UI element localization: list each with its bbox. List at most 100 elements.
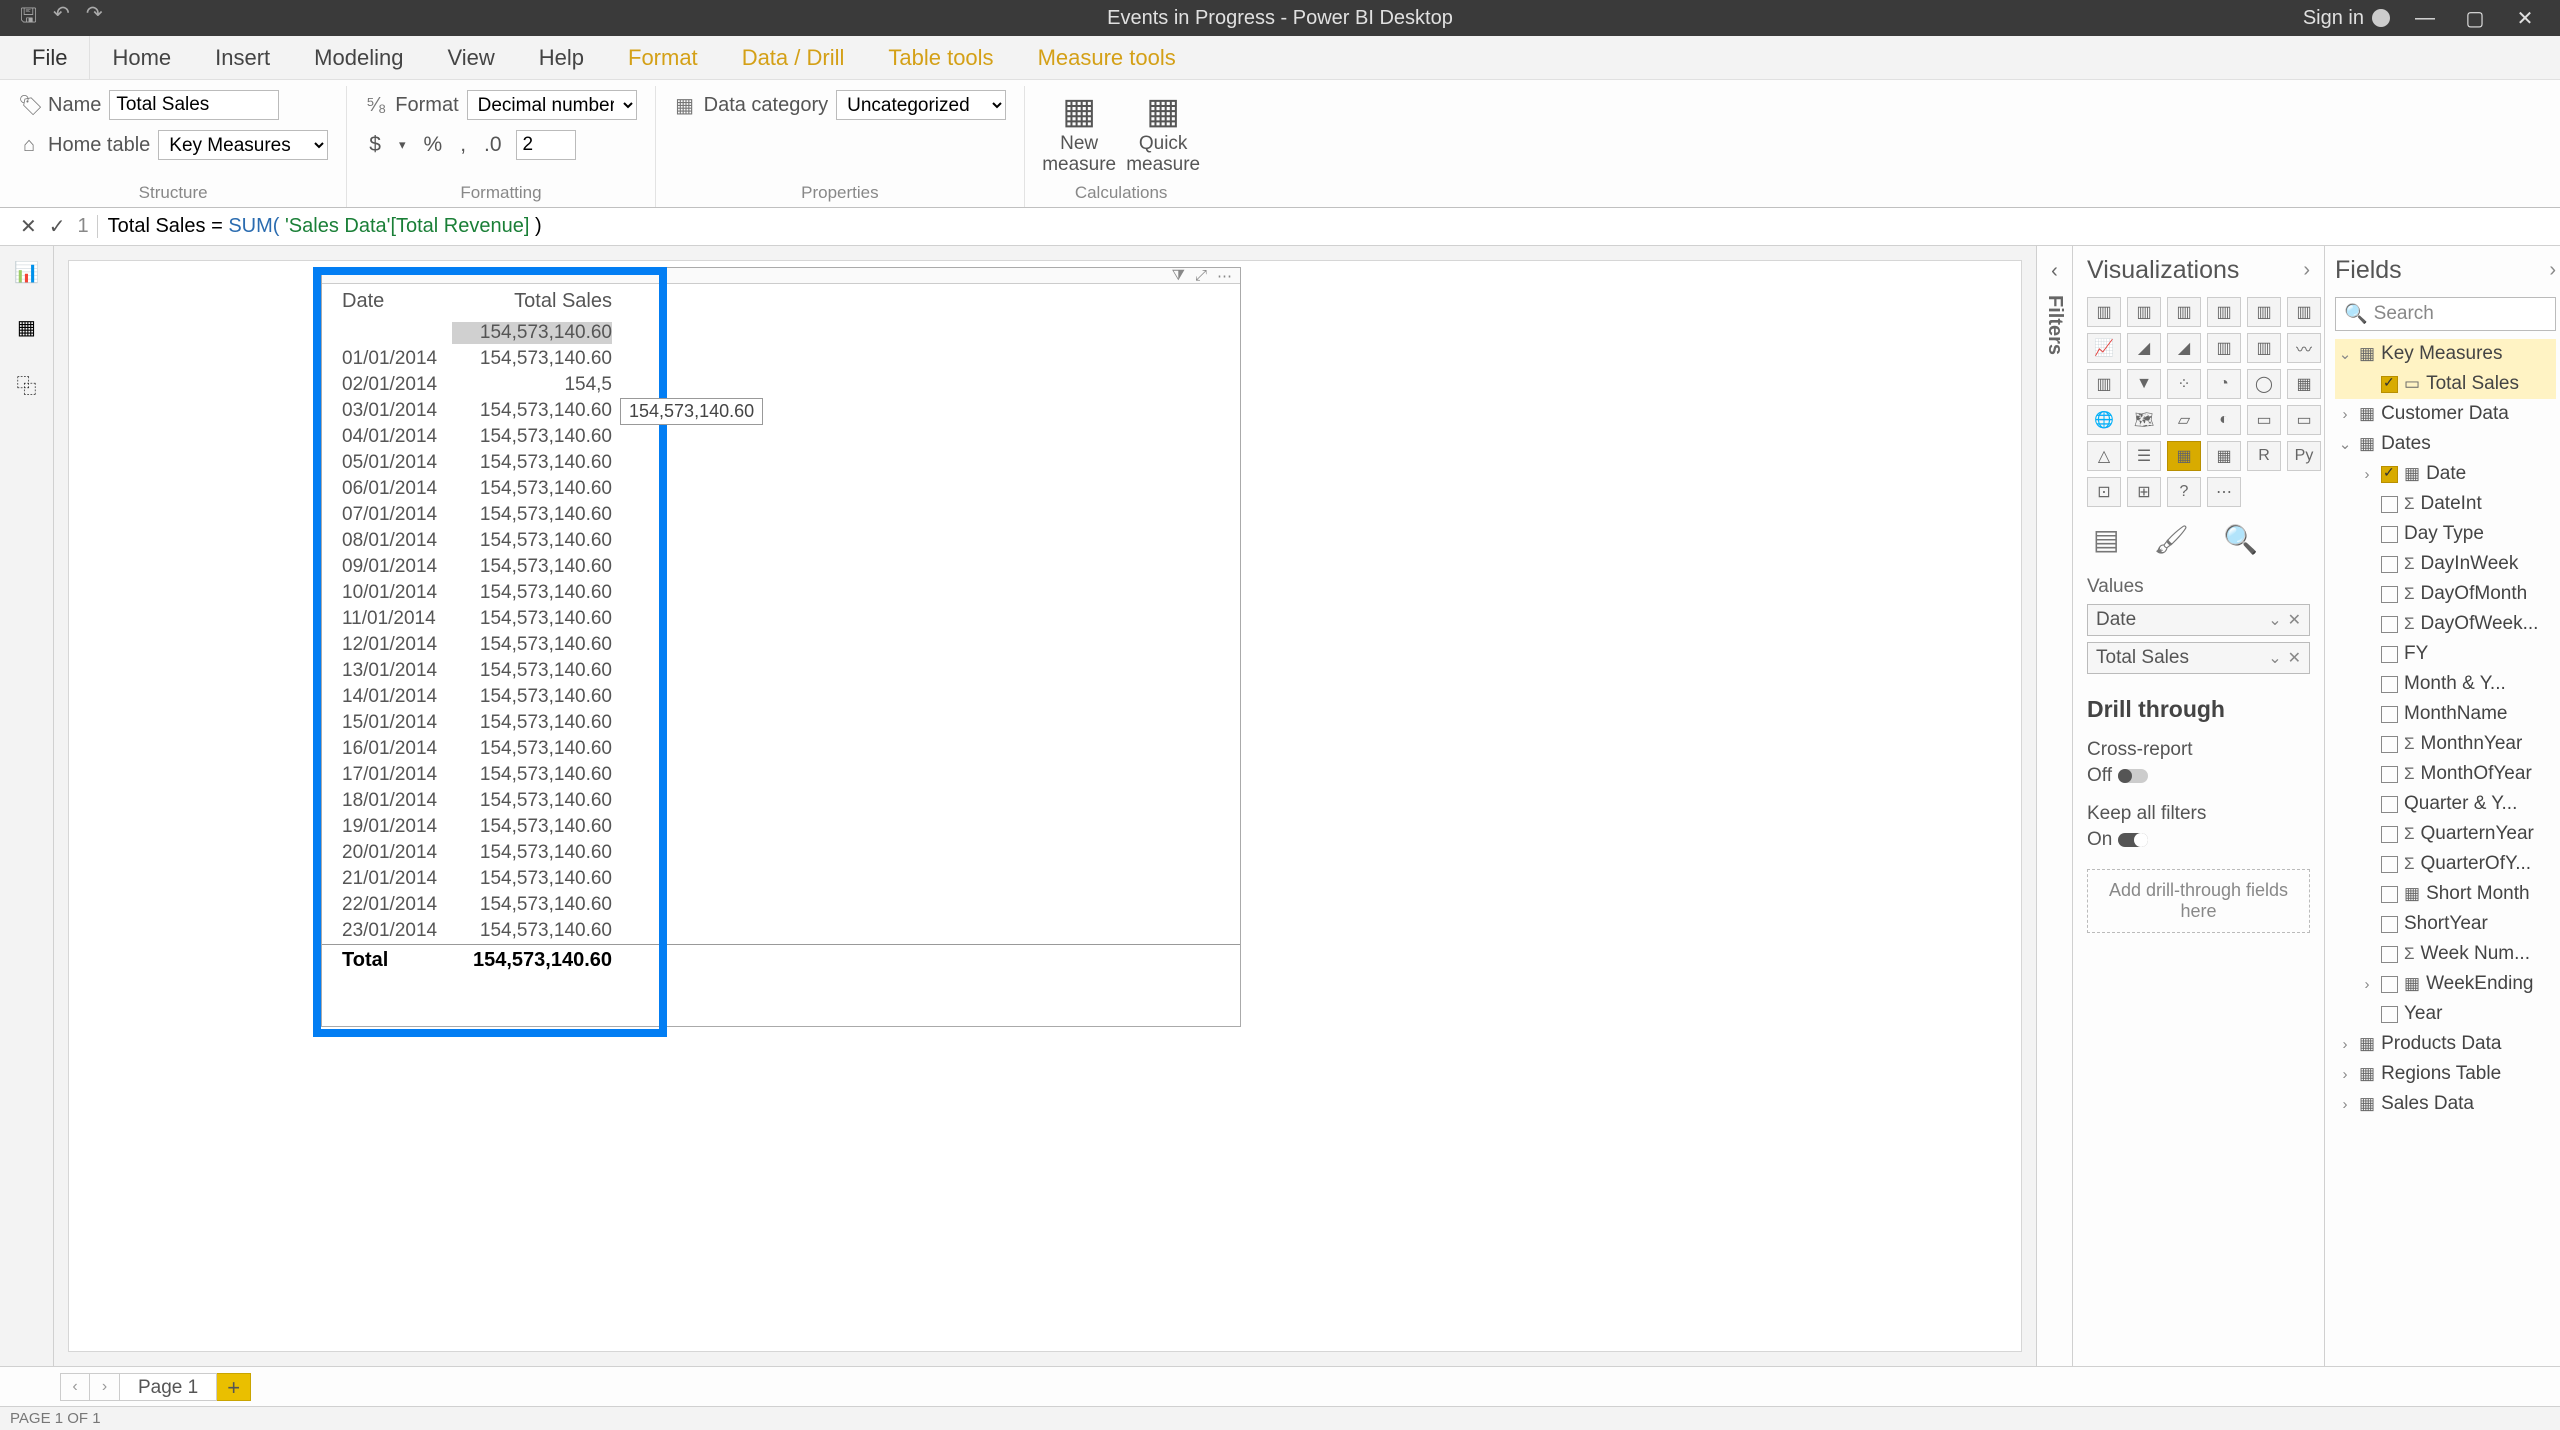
field-checkbox[interactable] xyxy=(2381,496,2398,513)
viz-map[interactable]: 🌐 xyxy=(2087,405,2121,435)
field-dayofweek-[interactable]: ΣDayOfWeek... xyxy=(2335,609,2556,639)
format-select[interactable]: Decimal number xyxy=(467,90,637,120)
viz-pie[interactable]: ◔ xyxy=(2207,369,2241,399)
field-checkbox[interactable] xyxy=(2381,736,2398,753)
field-checkbox[interactable] xyxy=(2381,946,2398,963)
table-row[interactable]: 154,573,140.60 xyxy=(322,320,1240,346)
table-row[interactable]: 13/01/2014154,573,140.60 xyxy=(322,658,1240,684)
viz-waterfall[interactable]: ▥ xyxy=(2087,369,2121,399)
table-row[interactable]: 07/01/2014154,573,140.60 xyxy=(322,502,1240,528)
field-checkbox[interactable] xyxy=(2381,1006,2398,1023)
field-table-sales-data[interactable]: ›▦Sales Data xyxy=(2335,1089,2556,1119)
quick-measure-button[interactable]: ▦ Quick measure xyxy=(1127,90,1199,176)
format-tab-icon[interactable]: 🖌 xyxy=(2153,523,2189,556)
viz-key-influencers[interactable]: ⊡ xyxy=(2087,477,2121,507)
viz-clustered-bar[interactable]: ▥ xyxy=(2167,297,2201,327)
table-row[interactable]: 06/01/2014154,573,140.60 xyxy=(322,476,1240,502)
tab-measuretools[interactable]: Measure tools xyxy=(1016,36,1198,79)
field-checkbox[interactable] xyxy=(2381,526,2398,543)
filters-expand-icon[interactable]: ‹ xyxy=(2051,260,2058,283)
table-row[interactable]: 09/01/2014154,573,140.60 xyxy=(322,554,1240,580)
field-checkbox[interactable] xyxy=(2381,976,2398,993)
field-checkbox[interactable] xyxy=(2381,826,2398,843)
table-row[interactable]: 20/01/2014154,573,140.60 xyxy=(322,840,1240,866)
viz-clustered-col[interactable]: ▥ xyxy=(2207,297,2241,327)
field-monthname[interactable]: MonthName xyxy=(2335,699,2556,729)
analytics-tab-icon[interactable]: 🔍 xyxy=(2223,523,2258,556)
field-checkbox[interactable] xyxy=(2381,886,2398,903)
well-sales-chevron-icon[interactable]: ⌄ xyxy=(2268,648,2281,668)
close-icon[interactable]: ✕ xyxy=(2510,6,2540,31)
table-row[interactable]: 11/01/2014154,573,140.60 xyxy=(322,606,1240,632)
field-checkbox[interactable] xyxy=(2381,676,2398,693)
field-dayinweek[interactable]: ΣDayInWeek xyxy=(2335,549,2556,579)
name-input[interactable] xyxy=(109,90,279,120)
fields-search[interactable]: 🔍Search xyxy=(2335,297,2556,331)
field-day-type[interactable]: Day Type xyxy=(2335,519,2556,549)
viz-100-bar[interactable]: ▥ xyxy=(2247,297,2281,327)
report-view-icon[interactable]: 📊 xyxy=(14,260,39,285)
viz-decomp[interactable]: ⊞ xyxy=(2127,477,2161,507)
table-row[interactable]: 04/01/2014154,573,140.60 xyxy=(322,424,1240,450)
table-row[interactable]: 17/01/2014154,573,140.60 xyxy=(322,762,1240,788)
well-total-sales[interactable]: Total Sales⌄✕ xyxy=(2087,642,2310,674)
table-row[interactable]: 12/01/2014154,573,140.60 xyxy=(322,632,1240,658)
viz-r[interactable]: R xyxy=(2247,441,2281,471)
col-date[interactable]: Date xyxy=(342,290,452,313)
model-view-icon[interactable]: ⿻ xyxy=(17,370,37,399)
table-row[interactable]: 10/01/2014154,573,140.60 xyxy=(322,580,1240,606)
viz-qa[interactable]: ? xyxy=(2167,477,2201,507)
table-row[interactable]: 15/01/2014154,573,140.60 xyxy=(322,710,1240,736)
decimals-decrease-button[interactable]: .0 xyxy=(480,131,506,159)
viz-shape-map[interactable]: ▱ xyxy=(2167,405,2201,435)
field-month-y-[interactable]: Month & Y... xyxy=(2335,669,2556,699)
field-table-key-measures[interactable]: ⌄▦Key Measures xyxy=(2335,339,2556,369)
field-checkbox[interactable] xyxy=(2381,766,2398,783)
field-monthofyear[interactable]: ΣMonthOfYear xyxy=(2335,759,2556,789)
new-measure-button[interactable]: ▦ New measure xyxy=(1043,90,1115,176)
field-checkbox[interactable] xyxy=(2381,706,2398,723)
viz-card[interactable]: ▭ xyxy=(2247,405,2281,435)
tab-insert[interactable]: Insert xyxy=(193,36,292,79)
field-checkbox[interactable] xyxy=(2381,376,2398,393)
visual-focus-icon[interactable]: ⤢ xyxy=(1195,267,1207,284)
viz-funnel[interactable]: ▼ xyxy=(2127,369,2161,399)
cross-report-toggle[interactable] xyxy=(2118,769,2148,783)
formula-cancel-icon[interactable]: ✕ xyxy=(20,214,37,239)
field-quarter-y-[interactable]: Quarter & Y... xyxy=(2335,789,2556,819)
field-fy[interactable]: FY xyxy=(2335,639,2556,669)
table-row[interactable]: 02/01/2014154,5 xyxy=(322,372,1240,398)
maximize-icon[interactable]: ▢ xyxy=(2460,6,2490,31)
field-checkbox[interactable] xyxy=(2381,616,2398,633)
col-sales[interactable]: Total Sales xyxy=(452,290,612,313)
viz-stacked-area[interactable]: ◢ xyxy=(2167,333,2201,363)
signin-button[interactable]: Sign in xyxy=(2303,7,2390,30)
page-next-button[interactable]: › xyxy=(90,1373,120,1401)
viz-slicer[interactable]: ☰ xyxy=(2127,441,2161,471)
field-week-num-[interactable]: ΣWeek Num... xyxy=(2335,939,2556,969)
table-row[interactable]: 22/01/2014154,573,140.60 xyxy=(322,892,1240,918)
field-dateint[interactable]: ΣDateInt xyxy=(2335,489,2556,519)
table-row[interactable]: 14/01/2014154,573,140.60 xyxy=(322,684,1240,710)
visual-more-icon[interactable]: ⋯ xyxy=(1217,267,1232,285)
viz-line[interactable]: 📈 xyxy=(2087,333,2121,363)
category-select[interactable]: Uncategorized xyxy=(836,90,1006,120)
viz-stacked-col[interactable]: ▥ xyxy=(2127,297,2161,327)
viz-100-col[interactable]: ▥ xyxy=(2287,297,2321,327)
viz-treemap[interactable]: ▦ xyxy=(2287,369,2321,399)
field-table-customer-data[interactable]: ›▦Customer Data xyxy=(2335,399,2556,429)
viz-area[interactable]: ◢ xyxy=(2127,333,2161,363)
viz-multi-card[interactable]: ▭ xyxy=(2287,405,2321,435)
field-date[interactable]: ›▦Date xyxy=(2335,459,2556,489)
field-quarterofy-[interactable]: ΣQuarterOfY... xyxy=(2335,849,2556,879)
undo-icon[interactable]: ↶ xyxy=(53,1,70,35)
tab-help[interactable]: Help xyxy=(517,36,606,79)
drillthrough-dropzone[interactable]: Add drill-through fields here xyxy=(2087,869,2310,933)
well-date[interactable]: Date⌄✕ xyxy=(2087,604,2310,636)
well-sales-remove-icon[interactable]: ✕ xyxy=(2288,648,2301,668)
viz-kpi[interactable]: △ xyxy=(2087,441,2121,471)
field-checkbox[interactable] xyxy=(2381,916,2398,933)
well-date-remove-icon[interactable]: ✕ xyxy=(2288,610,2301,630)
field-checkbox[interactable] xyxy=(2381,466,2398,483)
well-date-chevron-icon[interactable]: ⌄ xyxy=(2268,610,2281,630)
